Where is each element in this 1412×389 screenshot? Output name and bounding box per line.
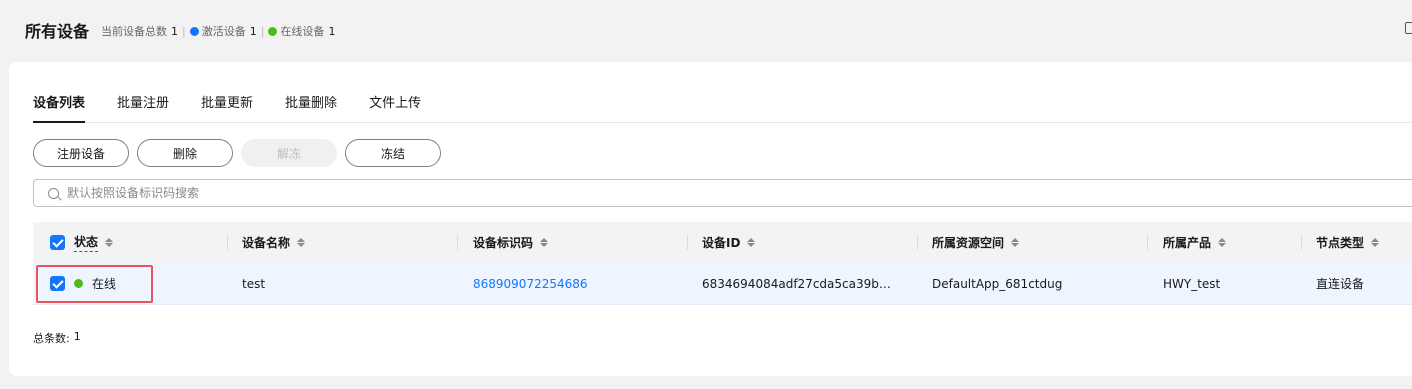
search-icon — [48, 187, 59, 199]
sort-icon[interactable] — [747, 238, 756, 247]
column-header-device-id[interactable]: 设备ID — [702, 222, 756, 263]
column-header-device-name[interactable]: 设备名称 — [242, 222, 306, 263]
action-toolbar: 注册设备 删除 解冻 冻结 — [33, 139, 449, 167]
column-divider — [1147, 235, 1148, 250]
tab-batch-register[interactable]: 批量注册 — [117, 92, 169, 122]
active-devices-count: 1 — [249, 24, 257, 38]
column-header-label: 节点类型 — [1316, 236, 1365, 250]
online-devices-label: 在线设备 — [280, 25, 325, 38]
active-status-dot-icon — [189, 26, 199, 36]
device-id-cell: 6834694084adf27cda5ca39b… — [702, 276, 891, 291]
tab-device-list[interactable]: 设备列表 — [33, 92, 86, 123]
column-divider — [227, 235, 228, 250]
online-status-dot-icon — [74, 279, 83, 288]
divider: | — [182, 24, 186, 38]
sort-icon[interactable] — [297, 238, 306, 247]
column-header-device-identifier[interactable]: 设备标识码 — [473, 222, 549, 263]
sort-icon[interactable] — [540, 238, 549, 247]
unfreeze-button[interactable]: 解冻 — [241, 139, 337, 167]
page-header: 所有设备 当前设备总数 1 | 激活设备 1 | 在线设备 1 — [0, 0, 1412, 62]
column-header-node-type[interactable]: 节点类型 — [1316, 222, 1380, 263]
resource-space-cell: DefaultApp_681ctdug — [932, 276, 1063, 291]
column-header-resource-space[interactable]: 所属资源空间 — [932, 222, 1020, 263]
device-list-card: 设备列表 批量注册 批量更新 批量删除 文件上传 注册设备 删除 解冻 冻结 状… — [9, 62, 1412, 376]
total-devices-count: 1 — [171, 24, 178, 38]
online-status-dot-icon — [268, 26, 278, 36]
active-devices-label: 激活设备 — [201, 25, 246, 38]
tab-batch-delete[interactable]: 批量删除 — [285, 92, 337, 122]
status-text: 在线 — [92, 277, 117, 291]
sort-icon[interactable] — [105, 238, 114, 247]
column-header-label: 设备标识码 — [473, 236, 534, 250]
column-divider — [457, 235, 458, 250]
search-input[interactable] — [67, 186, 667, 200]
tab-batch-update[interactable]: 批量更新 — [201, 92, 253, 122]
total-devices-label: 当前设备总数 — [101, 25, 167, 38]
sort-icon[interactable] — [1371, 238, 1380, 247]
online-devices-count: 1 — [328, 24, 336, 38]
pagination-total: 总条数: 1 — [33, 330, 81, 346]
page-title: 所有设备 — [25, 22, 90, 41]
sort-icon[interactable] — [1218, 238, 1227, 247]
column-header-label: 所属产品 — [1163, 236, 1212, 250]
table-header: 状态 设备名称 设备标识码 设备ID 所属资源空间 所属产品 节点类型 — [33, 222, 1412, 263]
tab-file-upload[interactable]: 文件上传 — [369, 92, 421, 122]
sort-icon[interactable] — [1011, 238, 1020, 247]
divider: | — [260, 24, 265, 38]
select-all-checkbox[interactable] — [50, 235, 65, 250]
total-label: 总条数: — [33, 332, 70, 345]
node-type-cell: 直连设备 — [1316, 277, 1365, 291]
status-cell: 在线 — [50, 263, 116, 304]
tab-bar: 设备列表 批量注册 批量更新 批量删除 文件上传 — [33, 92, 1412, 123]
device-identifier-link[interactable]: 868909072254686 — [473, 263, 588, 304]
freeze-button[interactable]: 冻结 — [345, 139, 441, 167]
row-checkbox[interactable] — [50, 276, 65, 291]
column-header-label: 所属资源空间 — [932, 236, 1005, 250]
panel-toggle-icon[interactable] — [1405, 22, 1412, 34]
delete-button[interactable]: 删除 — [137, 139, 233, 167]
device-table: 状态 设备名称 设备标识码 设备ID 所属资源空间 所属产品 节点类型 在线 t… — [33, 222, 1412, 305]
column-divider — [1301, 235, 1302, 250]
total-value: 1 — [73, 330, 81, 343]
column-header-label: 设备ID — [702, 236, 741, 250]
column-header-product[interactable]: 所属产品 — [1163, 222, 1227, 263]
column-divider — [687, 235, 688, 250]
column-divider — [917, 235, 918, 250]
column-header-label: 状态 — [74, 233, 99, 252]
search-bar[interactable] — [33, 179, 1412, 207]
device-name-cell: test — [242, 276, 266, 291]
table-row[interactable]: 在线 test 868909072254686 6834694084adf27c… — [33, 263, 1412, 305]
register-device-button[interactable]: 注册设备 — [33, 139, 129, 167]
column-header-status[interactable]: 状态 — [50, 222, 114, 263]
device-summary: 当前设备总数 1 | 激活设备 1 | 在线设备 1 — [101, 23, 335, 39]
product-cell: HWY_test — [1163, 276, 1221, 291]
column-header-label: 设备名称 — [242, 236, 291, 250]
